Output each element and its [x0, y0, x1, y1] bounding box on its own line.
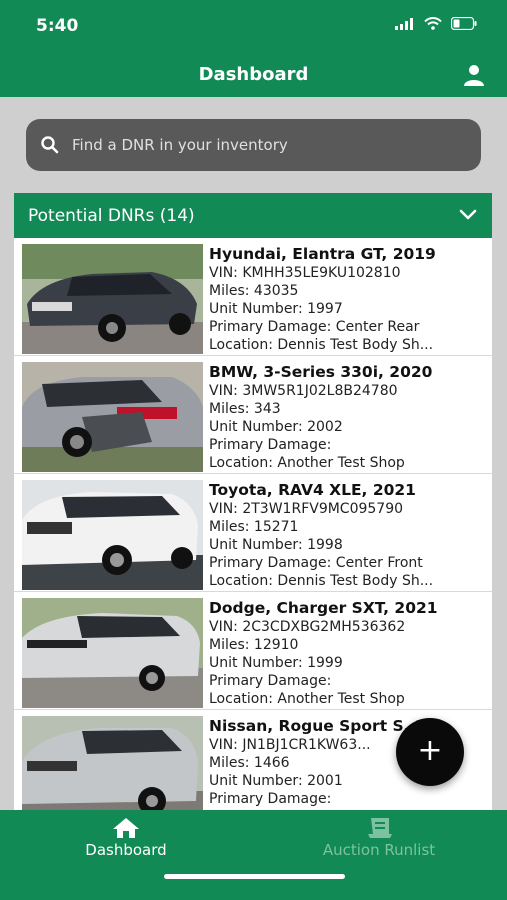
app-header: 5:40 Dashboard [0, 0, 507, 97]
vehicle-vin: VIN: 3MW5R1J02L8B24780 [209, 383, 398, 399]
vehicle-miles: Miles: 15271 [209, 519, 299, 535]
search-bar[interactable] [26, 119, 481, 171]
page-title: Dashboard [198, 64, 309, 85]
vehicle-primary-damage: Primary Damage: Center Front [209, 555, 423, 571]
home-icon [113, 818, 139, 838]
vehicle-vin: VIN: 2C3CDXBG2MH536362 [209, 619, 406, 635]
vehicle-primary-damage: Primary Damage: [209, 437, 332, 453]
vehicle-miles: Miles: 12910 [209, 637, 299, 653]
search-input[interactable] [72, 136, 452, 154]
profile-icon[interactable] [462, 63, 486, 87]
vehicle-location: Location: Dennis Test Body Sh... [209, 337, 434, 353]
battery-icon [451, 17, 477, 30]
runlist-icon [368, 818, 392, 838]
signal-icon [395, 17, 413, 30]
search-icon [41, 136, 59, 154]
vehicle-card[interactable]: Hyundai, Elantra GT, 2019 VIN: KMHH35LE9… [14, 238, 492, 356]
vehicle-location: Location: Another Test Shop [209, 455, 405, 471]
status-icons [395, 17, 477, 30]
vehicle-unit-number: Unit Number: 1997 [209, 301, 343, 317]
plus-icon: + [417, 732, 443, 768]
vehicle-primary-damage: Primary Damage: [209, 791, 332, 807]
vehicle-primary-damage: Primary Damage: [209, 673, 332, 689]
vehicle-name: Toyota, RAV4 XLE, 2021 [209, 481, 416, 499]
tab-label: Dashboard [85, 841, 167, 859]
vehicle-primary-damage: Primary Damage: Center Rear [209, 319, 420, 335]
status-time: 5:40 [36, 16, 79, 36]
vehicle-card[interactable]: BMW, 3-Series 330i, 2020 VIN: 3MW5R1J02L… [14, 356, 492, 474]
vehicle-vin: VIN: KMHH35LE9KU102810 [209, 265, 401, 281]
vehicle-miles: Miles: 43035 [209, 283, 299, 299]
vehicle-name: BMW, 3-Series 330i, 2020 [209, 363, 433, 381]
vehicle-photo [22, 362, 203, 472]
vehicle-photo [22, 244, 203, 354]
vehicle-name: Dodge, Charger SXT, 2021 [209, 599, 438, 617]
vehicle-photo [22, 716, 203, 810]
add-dnr-button[interactable]: + [396, 718, 464, 786]
vehicle-unit-number: Unit Number: 1999 [209, 655, 343, 671]
vehicle-unit-number: Unit Number: 2002 [209, 419, 343, 435]
vehicle-card[interactable]: Toyota, RAV4 XLE, 2021 VIN: 2T3W1RFV9MC0… [14, 474, 492, 592]
vehicle-vin: VIN: 2T3W1RFV9MC095790 [209, 501, 404, 517]
vehicle-name: Hyundai, Elantra GT, 2019 [209, 245, 436, 263]
vehicle-card[interactable]: Dodge, Charger SXT, 2021 VIN: 2C3CDXBG2M… [14, 592, 492, 710]
wifi-icon [424, 17, 442, 30]
vehicle-location: Location: Another Test Shop [209, 691, 405, 707]
tab-auction-runlist[interactable]: Auction Runlist [279, 810, 479, 872]
vehicle-photo [22, 598, 203, 708]
vehicle-photo [22, 480, 203, 590]
section-header-potential-dnrs[interactable]: Potential DNRs (14) [14, 193, 492, 238]
vehicle-unit-number: Unit Number: 1998 [209, 537, 343, 553]
home-indicator [164, 874, 345, 879]
vehicle-miles: Miles: 343 [209, 401, 281, 417]
tab-label: Auction Runlist [322, 841, 436, 859]
bottom-tab-bar: Dashboard Auction Runlist [0, 810, 507, 900]
vehicle-location: Location: Dennis Test Body Sh... [209, 573, 434, 589]
chevron-down-icon[interactable] [458, 206, 478, 224]
tab-dashboard[interactable]: Dashboard [26, 810, 226, 872]
section-title: Potential DNRs (14) [28, 205, 195, 226]
